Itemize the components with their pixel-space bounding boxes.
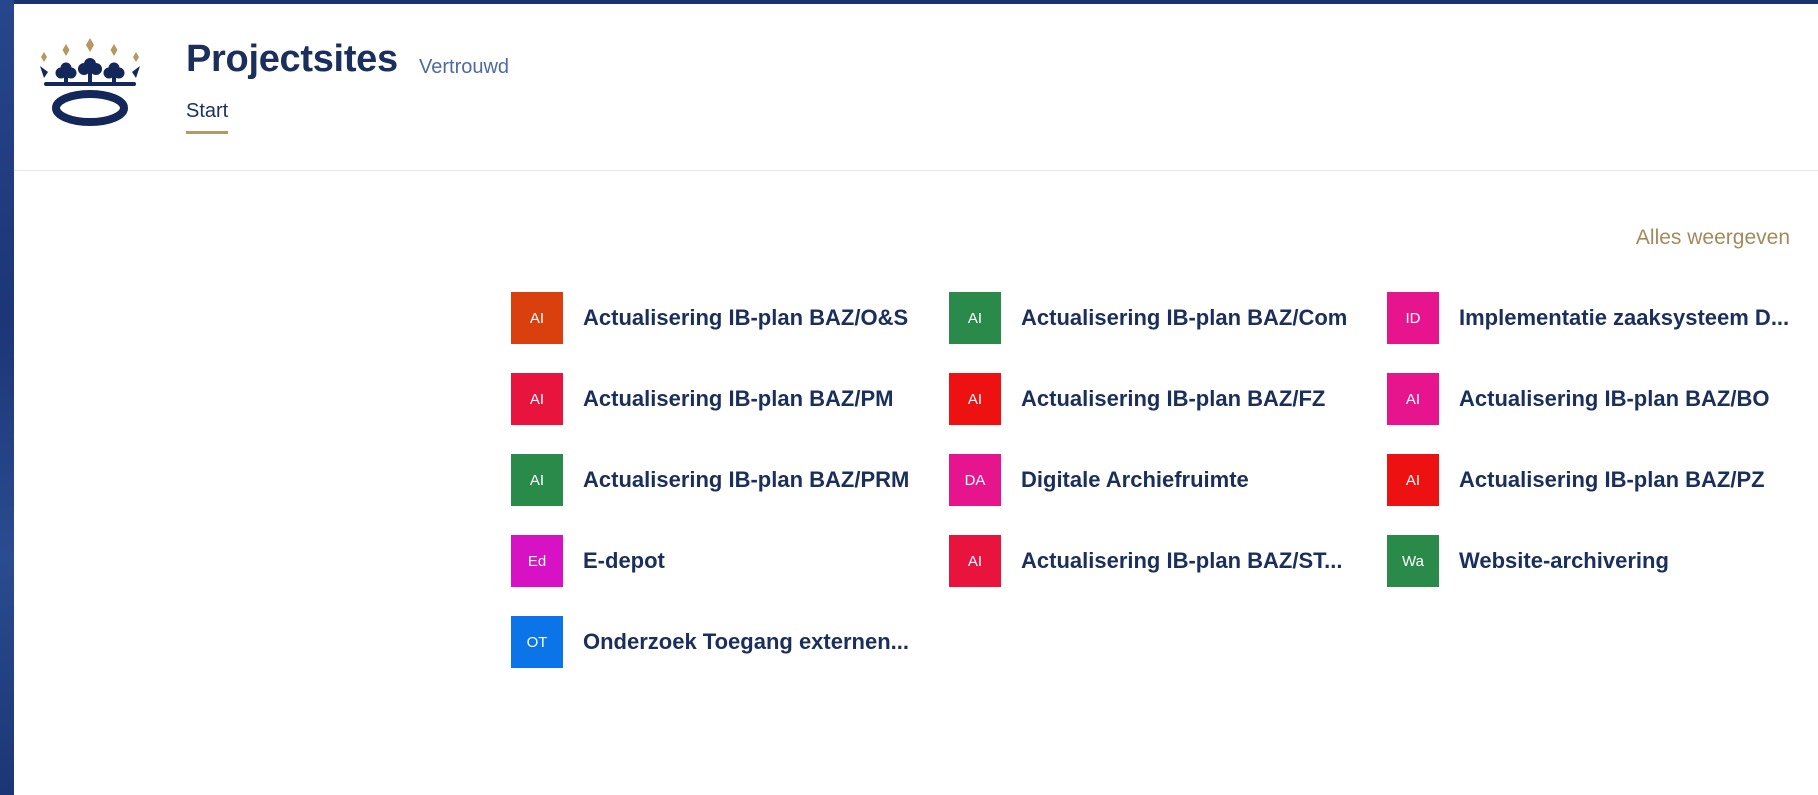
site-item[interactable]: AI Actualisering IB-plan BAZ/Com <box>949 292 1347 344</box>
site-item[interactable]: AI Actualisering IB-plan BAZ/PZ <box>1387 454 1765 506</box>
site-item[interactable]: AI Actualisering IB-plan BAZ/FZ <box>949 373 1325 425</box>
site-label: Implementatie zaaksysteem D... <box>1459 305 1790 330</box>
site-item[interactable]: AI Actualisering IB-plan BAZ/PRM <box>511 454 909 506</box>
site-item[interactable]: Wa Website-archivering <box>1387 535 1669 587</box>
site-label: Actualisering IB-plan BAZ/ST... <box>1021 548 1343 573</box>
site-item[interactable]: AI Actualisering IB-plan BAZ/PM <box>511 373 893 425</box>
site-tile-icon: AI <box>511 292 563 344</box>
site-tile-icon: DA <box>949 454 1001 506</box>
site-item[interactable]: AI Actualisering IB-plan BAZ/ST... <box>949 535 1342 587</box>
site-label: Actualisering IB-plan BAZ/PM <box>583 386 894 411</box>
site-item[interactable]: OT Onderzoek Toegang externen... <box>511 616 909 668</box>
window-left-edge <box>0 0 14 795</box>
site-item[interactable]: Ed E-depot <box>511 535 665 587</box>
site-header: Projectsites Vertrouwd Start <box>14 4 1818 171</box>
site-tile-icon: AI <box>511 373 563 425</box>
site-label: Website-archivering <box>1459 548 1669 573</box>
site-tile-icon: Wa <box>1387 535 1439 587</box>
site-label: Digitale Archiefruimte <box>1021 467 1249 492</box>
site-tile-icon: AI <box>1387 454 1439 506</box>
site-tile-icon: AI <box>949 373 1001 425</box>
site-item[interactable]: ID Implementatie zaaksysteem D... <box>1387 292 1789 344</box>
site-label: Actualisering IB-plan BAZ/FZ <box>1021 386 1326 411</box>
site-label: E-depot <box>583 548 665 573</box>
crown-logo-icon[interactable] <box>30 36 150 136</box>
site-label: Actualisering IB-plan BAZ/PRM <box>583 467 910 492</box>
site-label: Actualisering IB-plan BAZ/PZ <box>1459 467 1765 492</box>
site-tile-icon: AI <box>511 454 563 506</box>
site-tile-icon: ID <box>1387 292 1439 344</box>
site-tile-icon: AI <box>949 292 1001 344</box>
site-label: Actualisering IB-plan BAZ/Com <box>1021 305 1348 330</box>
nav-item-start[interactable]: Start <box>186 100 229 134</box>
site-label: Actualisering IB-plan BAZ/O&S <box>583 305 909 330</box>
site-tile-icon: AI <box>949 535 1001 587</box>
site-item[interactable]: AI Actualisering IB-plan BAZ/O&S <box>511 292 908 344</box>
site-label: Onderzoek Toegang externen... <box>583 629 909 654</box>
site-item[interactable]: AI Actualisering IB-plan BAZ/BO <box>1387 373 1769 425</box>
site-label: Actualisering IB-plan BAZ/BO <box>1459 386 1770 411</box>
site-title[interactable]: Projectsites <box>186 38 398 81</box>
site-tile-icon: Ed <box>511 535 563 587</box>
site-item[interactable]: DA Digitale Archiefruimte <box>949 454 1249 506</box>
site-tile-icon: AI <box>1387 373 1439 425</box>
sharepoint-page: Projectsites Vertrouwd Start Alles weerg… <box>14 4 1818 795</box>
classification-label: Vertrouwd <box>419 56 510 78</box>
site-tile-icon: OT <box>511 616 563 668</box>
show-all-link[interactable]: Alles weergeven <box>1636 226 1790 250</box>
